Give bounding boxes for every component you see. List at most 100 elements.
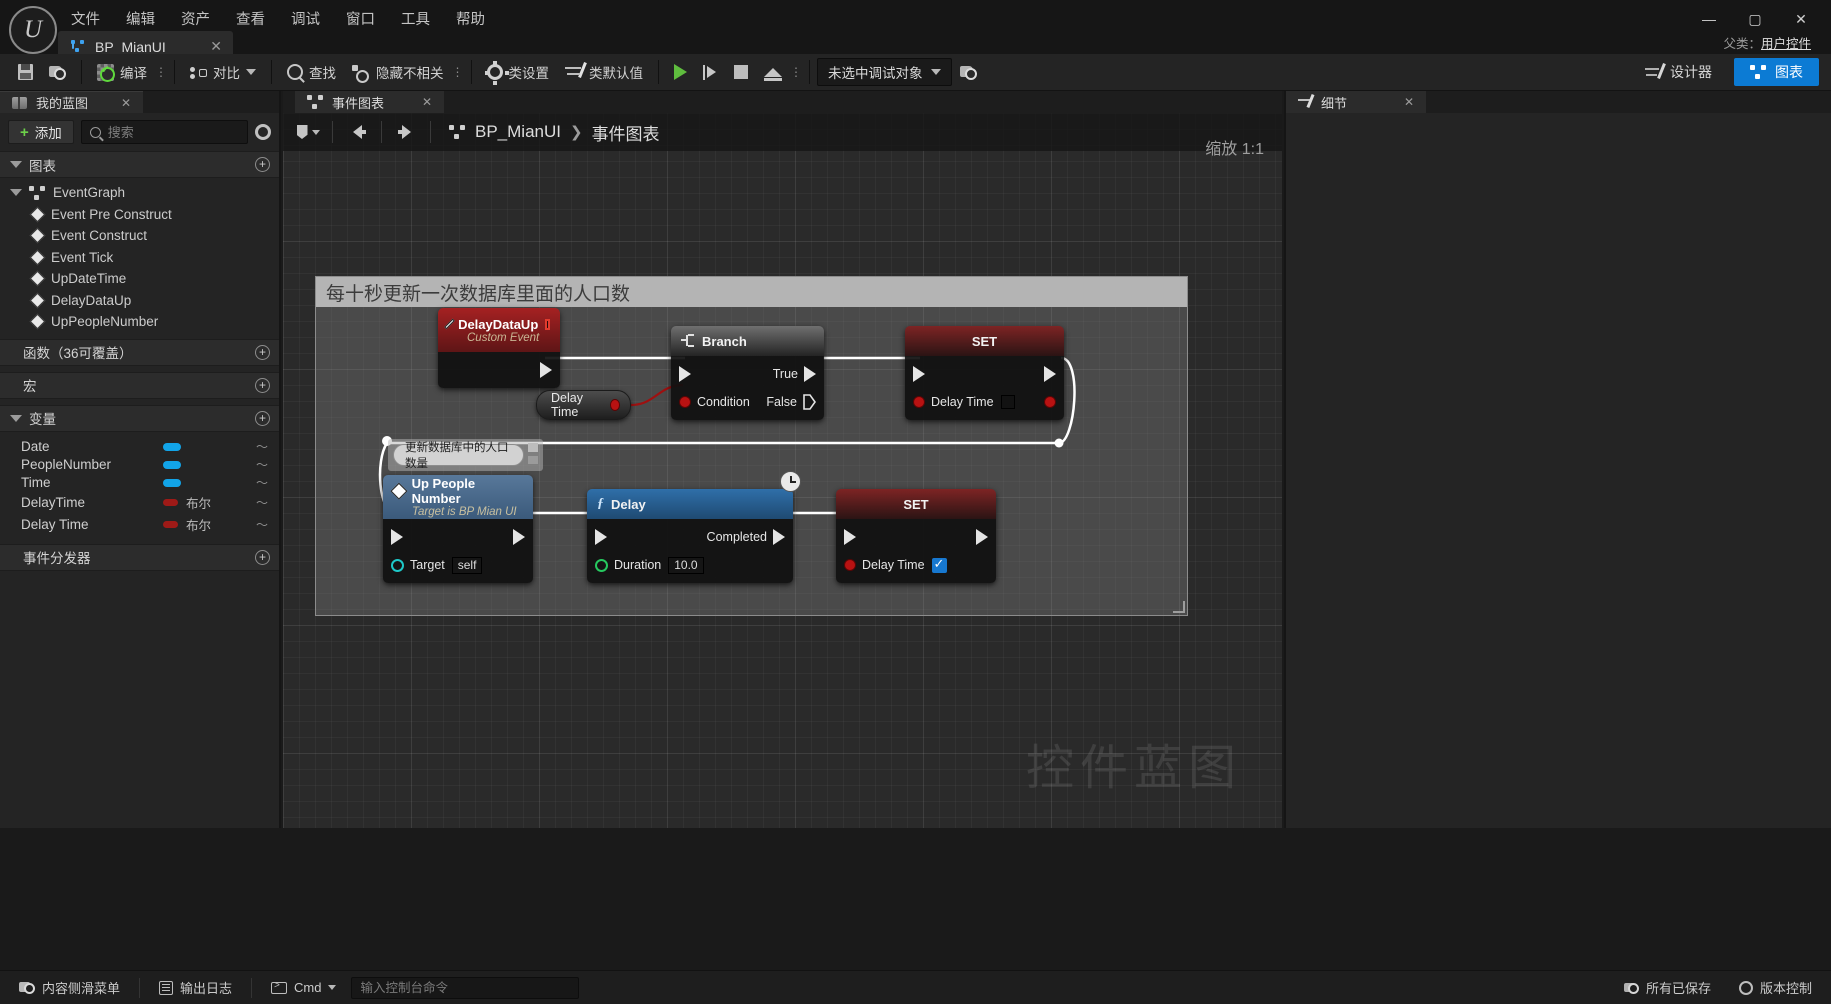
bool-input-pin[interactable] <box>844 559 856 571</box>
stop-button[interactable] <box>726 57 756 87</box>
exec-output-pin-completed[interactable] <box>773 529 785 545</box>
section-macros[interactable]: 宏 + <box>0 371 279 399</box>
tree-item-event-tick[interactable]: Event Tick <box>0 247 279 269</box>
breadcrumb-leaf[interactable]: 事件图表 <box>592 120 660 145</box>
exec-output-pin-true[interactable] <box>804 366 816 382</box>
exec-output-pin[interactable] <box>976 529 988 545</box>
gear-icon[interactable] <box>255 124 271 140</box>
hide-unrelated-button[interactable]: 隐藏不相关 <box>344 57 452 87</box>
node-set-delay-time-1[interactable]: SET Delay Time <box>905 326 1064 420</box>
bool-value-checkbox[interactable] <box>1000 395 1015 409</box>
menu-window[interactable]: 窗口 <box>333 2 388 35</box>
exec-input-pin[interactable] <box>679 366 691 382</box>
tab-event-graph[interactable]: 事件图表 ✕ <box>295 91 445 113</box>
comment-toggle-icon[interactable] <box>528 456 538 464</box>
menu-tools[interactable]: 工具 <box>388 2 443 35</box>
variable-row-date[interactable]: Date 〜 <box>0 438 279 456</box>
variable-row-time[interactable]: Time 〜 <box>0 474 279 492</box>
close-icon[interactable]: ✕ <box>1404 95 1414 109</box>
duration-value[interactable]: 10.0 <box>668 556 704 574</box>
play-options-icon[interactable]: ⋮ <box>790 66 802 78</box>
tree-item-updatetime[interactable]: UpDateTime <box>0 268 279 290</box>
node-delay[interactable]: ƒ Delay Completed Duration 10.0 <box>587 489 793 583</box>
variable-visibility-icon[interactable]: 〜 <box>256 456 268 473</box>
resize-handle[interactable] <box>1173 601 1185 613</box>
search-input[interactable] <box>107 124 239 140</box>
breadcrumb-root[interactable]: BP_MianUI <box>475 122 561 142</box>
eject-button[interactable] <box>756 57 790 87</box>
cmd-mode-button[interactable]: Cmd <box>262 976 345 1000</box>
console-command-box[interactable] <box>351 976 580 999</box>
content-drawer-button[interactable]: 内容侧滑菜单 <box>10 976 129 1000</box>
add-variable-icon[interactable]: + <box>255 410 270 426</box>
graph-mode-button[interactable]: 图表 <box>1734 58 1819 86</box>
tree-item-eventgraph[interactable]: EventGraph <box>0 182 279 204</box>
all-saved-button[interactable]: 所有已保存 <box>1615 976 1720 1000</box>
debug-browse-button[interactable] <box>952 57 985 87</box>
exec-input-pin[interactable] <box>913 366 925 382</box>
add-graph-icon[interactable]: + <box>255 157 270 172</box>
debug-object-select[interactable]: 未选中调试对象 <box>817 58 952 86</box>
tab-my-blueprint[interactable]: 我的蓝图 ✕ <box>0 91 144 113</box>
close-icon[interactable]: ✕ <box>392 95 432 109</box>
find-button[interactable]: 查找 <box>279 57 344 87</box>
tree-item-uppeoplenumber[interactable]: UpPeopleNumber <box>0 311 279 333</box>
section-event-dispatchers[interactable]: 事件分发器 + <box>0 543 279 571</box>
exec-input-pin[interactable] <box>391 529 403 545</box>
variable-row-peoplenumber[interactable]: PeopleNumber 〜 <box>0 456 279 474</box>
compile-button[interactable]: 编译 <box>89 57 155 87</box>
node-set-delay-time-2[interactable]: SET Delay Time <box>836 489 996 583</box>
tree-item-event-construct[interactable]: Event Construct <box>0 225 279 247</box>
add-button[interactable]: + 添加 <box>8 120 74 144</box>
chevron-down-icon[interactable] <box>328 985 337 990</box>
section-variables[interactable]: 变量 + <box>0 404 279 432</box>
add-event-dispatcher-icon[interactable]: + <box>255 549 270 565</box>
designer-mode-button[interactable]: 设计器 <box>1633 58 1724 86</box>
graph-canvas[interactable]: BP_MianUI ❯ 事件图表 缩放 1:1 控件蓝图 每十秒更新一次数据库里… <box>283 113 1282 828</box>
parent-class-link[interactable]: 用户控件 <box>1761 37 1811 51</box>
object-input-pin[interactable] <box>391 558 404 572</box>
tree-item-delaydataup[interactable]: DelayDataUp <box>0 290 279 312</box>
console-command-input[interactable] <box>360 980 571 995</box>
exec-output-pin[interactable] <box>540 362 552 378</box>
bool-input-pin-condition[interactable] <box>679 396 691 408</box>
browse-button[interactable] <box>41 57 74 87</box>
exec-output-pin[interactable] <box>1044 366 1056 382</box>
exec-input-pin[interactable] <box>595 529 607 545</box>
step-button[interactable] <box>695 57 726 87</box>
tab-details[interactable]: 细节 ✕ <box>1286 91 1426 113</box>
tree-item-event-pre-construct[interactable]: Event Pre Construct <box>0 204 279 226</box>
menu-help[interactable]: 帮助 <box>443 2 498 35</box>
chevron-down-icon[interactable] <box>246 69 256 75</box>
output-log-button[interactable]: 输出日志 <box>150 976 241 1000</box>
node-delaydataup[interactable]: DelayDataUp Custom Event <box>438 308 560 388</box>
variable-row-delay-time[interactable]: Delay Time 布尔 〜 <box>0 514 279 536</box>
variable-visibility-icon[interactable]: 〜 <box>256 494 268 511</box>
node-up-people-number[interactable]: Up People Number Target is BP Mian UI Ta… <box>383 475 533 583</box>
menu-debug[interactable]: 调试 <box>278 2 333 35</box>
close-icon[interactable]: ✕ <box>188 38 222 55</box>
float-input-pin[interactable] <box>595 558 608 572</box>
bookmark-button[interactable] <box>293 120 323 144</box>
minimize-icon[interactable]: — <box>1687 5 1731 33</box>
variable-visibility-icon[interactable]: 〜 <box>256 474 268 491</box>
target-value[interactable]: self <box>451 556 483 574</box>
comment-node-title[interactable]: 每十秒更新一次数据库里面的人口数 <box>316 277 1187 307</box>
compile-options-icon[interactable]: ⋮ <box>155 66 167 78</box>
section-functions[interactable]: 函数（36可覆盖） + <box>0 338 279 366</box>
revision-control-button[interactable]: 版本控制 <box>1730 976 1821 1000</box>
back-button[interactable] <box>342 120 372 144</box>
node-get-delay-time[interactable]: Delay Time <box>536 390 631 420</box>
exec-input-pin[interactable] <box>844 529 856 545</box>
class-defaults-button[interactable]: 类默认值 <box>557 57 651 87</box>
search-box[interactable] <box>80 120 248 144</box>
bool-value-checkbox[interactable] <box>931 556 947 573</box>
bool-output-pin[interactable] <box>1044 396 1056 408</box>
node-comment-bubble[interactable]: 更新数据库中的人口数量 <box>393 442 524 470</box>
hide-unrelated-options-icon[interactable]: ⋮ <box>452 66 464 78</box>
maximize-icon[interactable]: ▢ <box>1733 5 1777 33</box>
variable-visibility-icon[interactable]: 〜 <box>256 516 268 533</box>
bool-input-pin[interactable] <box>913 396 925 408</box>
exec-output-pin[interactable] <box>513 529 525 545</box>
add-macro-icon[interactable]: + <box>255 377 270 393</box>
